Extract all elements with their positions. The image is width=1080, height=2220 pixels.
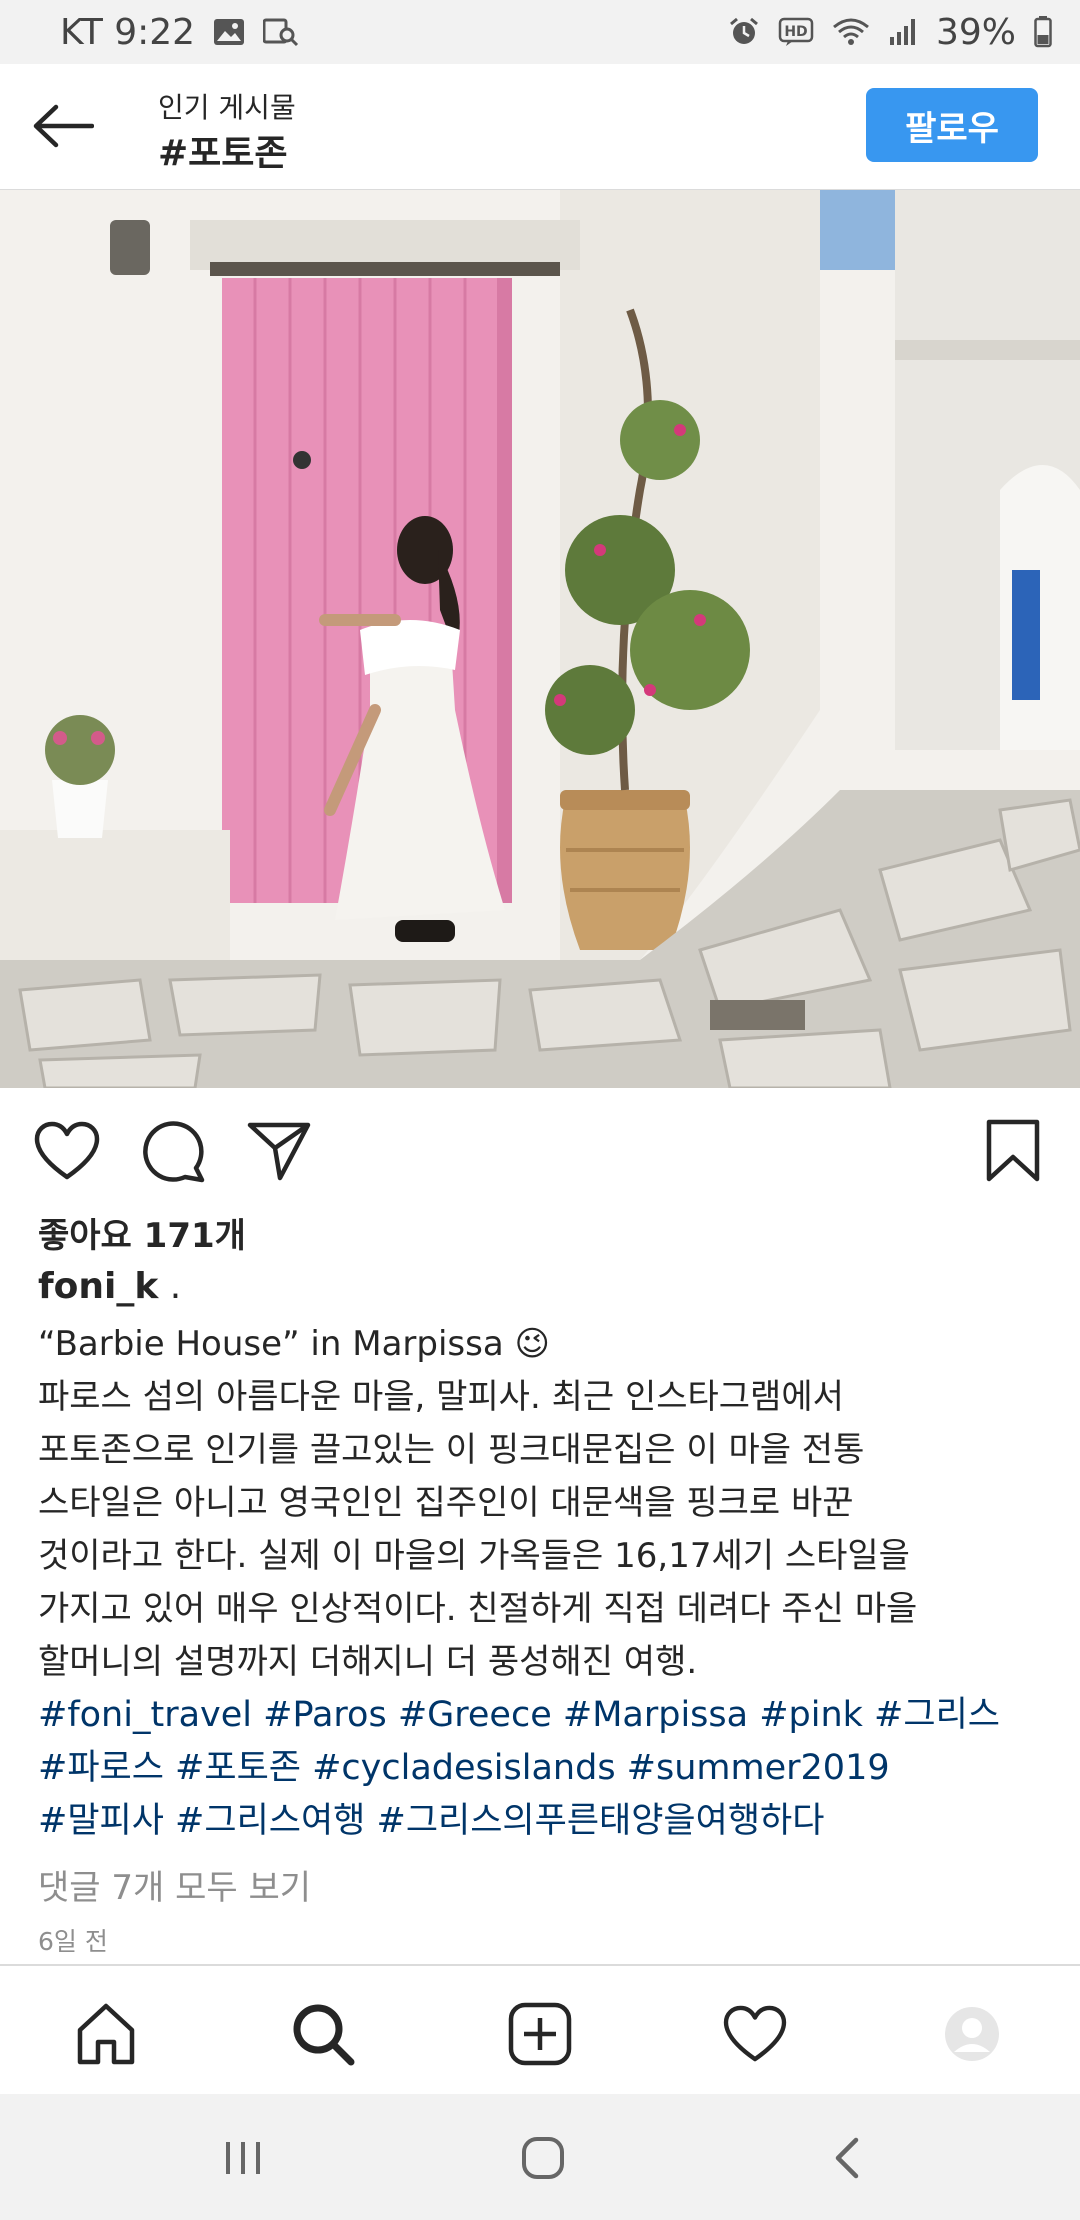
recent-apps-icon[interactable] [208, 2128, 278, 2188]
caption-line: 할머니의 설명까지 더해지니 더 풍성해진 여행. [38, 1642, 698, 1682]
back-arrow-icon[interactable] [28, 94, 98, 158]
signal-icon [888, 17, 918, 47]
comment-icon[interactable] [138, 1116, 208, 1186]
bookmark-icon[interactable] [978, 1116, 1048, 1186]
bottom-navigation [0, 1964, 1080, 2094]
battery-icon [1034, 16, 1052, 48]
profile-avatar[interactable] [934, 1996, 1010, 2072]
svg-text:HD: HD [784, 24, 807, 40]
search-image-icon [263, 17, 299, 47]
alarm-icon [728, 16, 760, 48]
home-circle-icon[interactable] [508, 2128, 578, 2188]
post-photo-illustration [0, 190, 1080, 1088]
post-actions [0, 1088, 1080, 1208]
hashtag-line[interactable]: #foni_travel #Paros #Greece #Marpissa #p… [38, 1689, 1048, 1742]
image-icon [213, 18, 245, 46]
activity-heart-icon[interactable] [717, 1996, 793, 2072]
username-suffix: . [158, 1266, 182, 1307]
caption-line: 포토존으로 인기를 끌고있는 이 핑크대문집은 이 마을 전통 [38, 1430, 865, 1470]
caption-author-line: foni_k . [38, 1266, 181, 1307]
wink-emoji: 😉 [514, 1324, 550, 1364]
search-icon[interactable] [285, 1996, 361, 2072]
post-timestamp: 6일 전 [38, 1927, 108, 1956]
hashtag-line[interactable]: #파로스 #포토존 #cycladesislands #summer2019 [38, 1742, 1048, 1795]
add-post-icon[interactable] [502, 1996, 578, 2072]
hashtag-block: #foni_travel #Paros #Greece #Marpissa #p… [38, 1689, 1048, 1848]
status-bar: KT 9:22 HD 39% [0, 0, 1080, 64]
header-subtitle: 인기 게시물 [158, 91, 296, 124]
home-icon[interactable] [68, 1996, 144, 2072]
caption-line: 파로스 섬의 아름다운 마을, 말피사. 최근 인스타그램에서 [38, 1377, 844, 1417]
caption-title-line: “Barbie House” in Marpissa 😉 [38, 1318, 1048, 1371]
caption-line: 것이라고 한다. 실제 이 마을의 가옥들은 16,17세기 스타일을 [38, 1536, 910, 1576]
wifi-icon [832, 17, 870, 47]
like-heart-icon[interactable] [32, 1116, 102, 1186]
battery-percent: 39% [935, 11, 1016, 53]
back-chevron-icon[interactable] [812, 2128, 882, 2188]
system-navigation-bar [0, 2094, 1080, 2220]
likes-count[interactable]: 좋아요 171개 [38, 1208, 246, 1257]
follow-button[interactable]: 팔로우 [866, 88, 1038, 162]
caption-title: “Barbie House” in Marpissa [38, 1324, 504, 1364]
top-header: 인기 게시물 #포토존 팔로우 [0, 64, 1080, 190]
share-send-icon[interactable] [244, 1116, 314, 1186]
view-all-comments-link[interactable]: 댓글 7개 모두 보기 [38, 1860, 311, 1909]
page-title: #포토존 [158, 133, 288, 174]
post-caption: “Barbie House” in Marpissa 😉 파로스 섬의 아름다운… [38, 1318, 1048, 1689]
username-link[interactable]: foni_k [38, 1266, 158, 1307]
post-photo[interactable] [0, 190, 1080, 1088]
carrier-time: KT 9:22 [60, 11, 196, 53]
caption-line: 가지고 있어 매우 인상적이다. 친절하게 직접 데려다 주신 마을 [38, 1589, 918, 1629]
hd-icon: HD [778, 17, 814, 47]
hashtag-line[interactable]: #말피사 #그리스여행 #그리스의푸른태양을여행하다 [38, 1795, 1048, 1848]
caption-line: 스타일은 아니고 영국인인 집주인이 대문색을 핑크로 바꾼 [38, 1483, 854, 1523]
